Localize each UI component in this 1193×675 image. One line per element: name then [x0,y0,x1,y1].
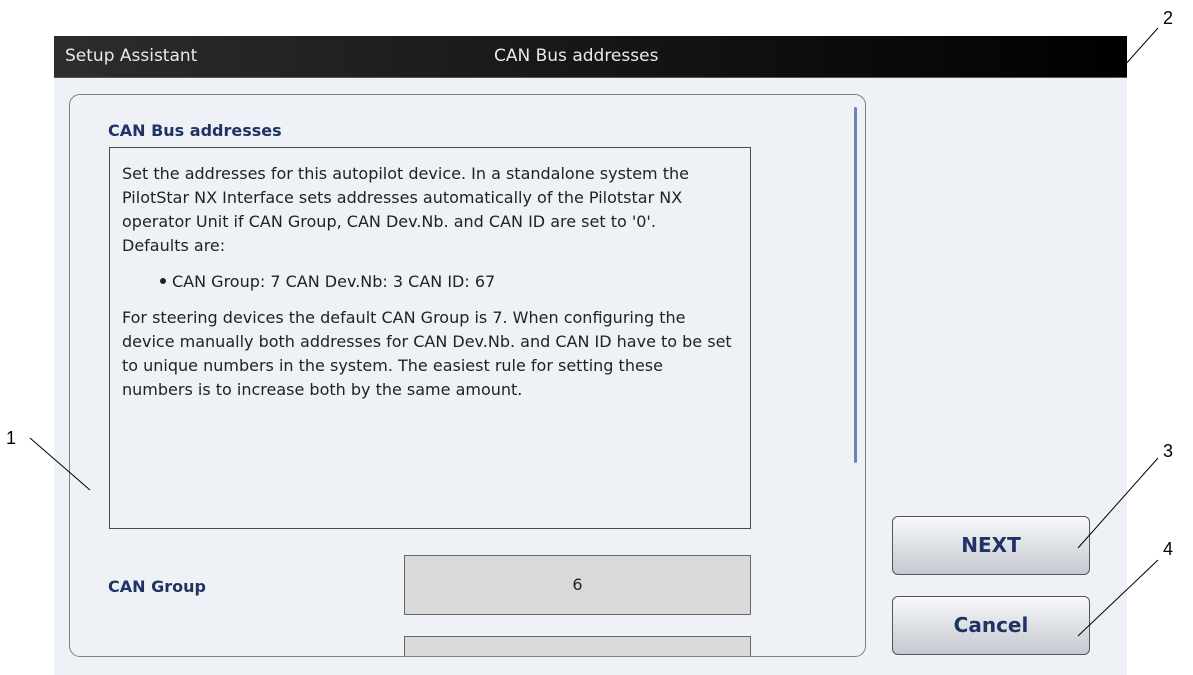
callout-label-2: 2 [1163,8,1174,28]
callout-line-4 [1077,559,1159,637]
callout-label-4: 4 [1163,539,1174,559]
callout-line-1 [29,437,91,491]
callout-line-2 [1123,27,1159,67]
callout-label-1: 1 [6,428,17,448]
callout-lines [29,27,1159,637]
callout-line-3 [1077,457,1159,549]
callout-label-3: 3 [1163,441,1174,461]
